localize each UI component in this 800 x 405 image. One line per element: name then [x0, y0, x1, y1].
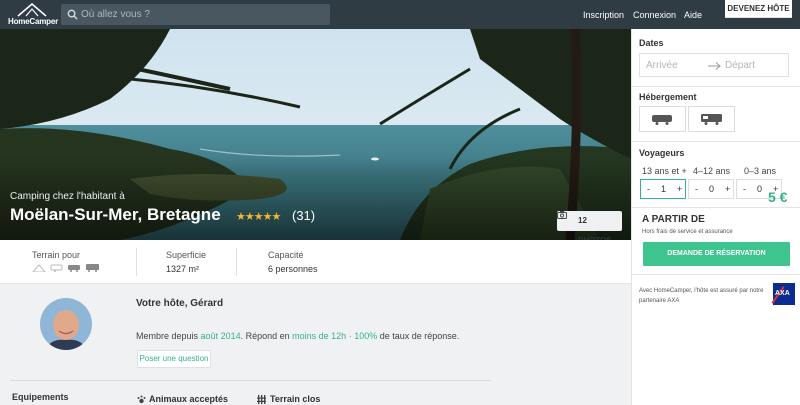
- van-icon: [68, 265, 80, 272]
- surface-label: Superficie: [166, 250, 207, 260]
- age-group-adults-label: 13 ans et +: [642, 166, 687, 176]
- children-stepper[interactable]: - 0 +: [688, 179, 734, 199]
- motorhome-icon: [86, 264, 99, 272]
- age-group-children-label: 4–12 ans: [693, 166, 731, 176]
- search-box[interactable]: [61, 4, 330, 25]
- search-input[interactable]: [81, 4, 321, 25]
- van-icon: [652, 115, 672, 125]
- tent-logo-icon: [17, 2, 47, 17]
- motorhome-lodging-option[interactable]: [688, 106, 735, 132]
- booking-request-button[interactable]: DEMANDE DE RÉSERVATION: [643, 242, 790, 266]
- host-title: Votre hôte, Gérard: [136, 298, 224, 309]
- motorhome-icon: [701, 114, 722, 125]
- host-photo: [40, 298, 92, 350]
- hero-kicker-text: Camping chez l'habitant à: [10, 191, 125, 202]
- price-from-label: A PARTIR DE: [642, 214, 705, 225]
- member-date: août 2014: [200, 331, 241, 341]
- decrement-button[interactable]: -: [647, 184, 650, 194]
- adults-count: 1: [661, 184, 667, 194]
- tent-icon: [32, 264, 46, 272]
- fence-icon: [257, 395, 266, 404]
- surface-value: 1327 m²: [166, 264, 200, 274]
- host-meta: Membre depuis août 2014. Répond en moins…: [136, 331, 459, 341]
- sidebar-divider: [632, 274, 800, 275]
- section-divider: [10, 380, 491, 381]
- response-rate: 100%: [354, 331, 378, 341]
- decrement-button[interactable]: -: [743, 184, 746, 194]
- search-icon: [67, 9, 78, 20]
- rating-stars: ★★★★★: [236, 211, 281, 223]
- photos-button-label: 12 PHOTOS: [578, 216, 612, 240]
- amenity-fenced: Terrain clos: [270, 394, 321, 404]
- response-rate-suffix: de taux de réponse.: [379, 331, 460, 341]
- amenity-pets: Animaux acceptés: [149, 394, 229, 404]
- become-host-button[interactable]: DEVENEZ HÔTE: [725, 0, 792, 18]
- camera-icon: [557, 211, 567, 219]
- host-avatar[interactable]: [40, 298, 92, 350]
- response-time: moins de 12h: [292, 331, 347, 341]
- review-count[interactable]: (31): [292, 208, 315, 223]
- paw-icon: [137, 395, 146, 404]
- travelers-heading: Voyageurs: [639, 148, 685, 158]
- increment-button[interactable]: +: [725, 184, 730, 194]
- nav-inscription-link[interactable]: Inscription: [583, 10, 624, 20]
- nav-aide-link[interactable]: Aide: [684, 10, 702, 20]
- van-lodging-option[interactable]: [639, 106, 686, 132]
- top-navigation-bar: HomeCamper Inscription Connexion Aide DE…: [0, 0, 800, 29]
- equipments-heading: Equipements: [12, 392, 69, 402]
- departure-date-field[interactable]: Départ: [725, 60, 755, 71]
- logo-text: HomeCamper: [8, 17, 59, 26]
- meta-separator: ·: [346, 331, 355, 341]
- host-section: Votre hôte, Gérard Membre depuis août 20…: [0, 284, 631, 405]
- age-group-infants-label: 0–3 ans: [744, 166, 777, 176]
- decrement-button[interactable]: -: [695, 184, 698, 194]
- ask-question-button[interactable]: Poser une question: [137, 350, 211, 368]
- photos-button[interactable]: 12 PHOTOS: [557, 211, 622, 240]
- hero-banner[interactable]: Camping chez l'habitant à Moëlan-Sur-Mer…: [0, 29, 631, 240]
- price-note: Hors frais de service et assurance: [642, 229, 733, 235]
- member-since-label: Membre depuis: [136, 331, 199, 341]
- sidebar-divider: [632, 207, 800, 208]
- nav-connexion-link[interactable]: Connexion: [633, 10, 676, 20]
- price-value: 5 €: [768, 189, 788, 205]
- children-count: 0: [709, 184, 715, 194]
- adults-stepper[interactable]: - 1 +: [640, 179, 686, 199]
- arrival-date-field[interactable]: Arrivée: [646, 60, 678, 71]
- increment-button[interactable]: +: [677, 184, 682, 194]
- responds-label: . Répond en: [240, 331, 290, 341]
- dates-heading: Dates: [639, 38, 664, 48]
- listing-title: Moëlan-Sur-Mer, Bretagne: [10, 205, 221, 224]
- booking-sidebar: Dates Arrivée Départ Hébergement Voyageu…: [631, 29, 800, 405]
- arrow-right-icon: [708, 62, 721, 70]
- sidebar-divider: [632, 86, 800, 87]
- insurance-note: Avec HomeCamper, l'hôte est assuré par n…: [639, 288, 764, 304]
- infants-count: 0: [757, 184, 763, 194]
- sidebar-divider: [632, 141, 800, 142]
- capacity-value: 6 personnes: [268, 264, 318, 274]
- capacity-label: Capacité: [268, 250, 304, 260]
- stat-divider: [136, 248, 137, 276]
- stat-divider: [236, 248, 237, 276]
- axa-logo: AXA: [771, 283, 795, 305]
- axa-logo-text: AXA: [775, 290, 790, 297]
- caravan-icon: [50, 264, 63, 272]
- listing-stats-row: Terrain pour Superficie 1327 m² Capacité…: [0, 240, 631, 284]
- terrain-label: Terrain pour: [32, 250, 81, 260]
- homecamper-logo[interactable]: HomeCamper: [8, 2, 59, 27]
- lodging-heading: Hébergement: [639, 92, 697, 102]
- date-range-picker[interactable]: Arrivée Départ: [639, 53, 789, 77]
